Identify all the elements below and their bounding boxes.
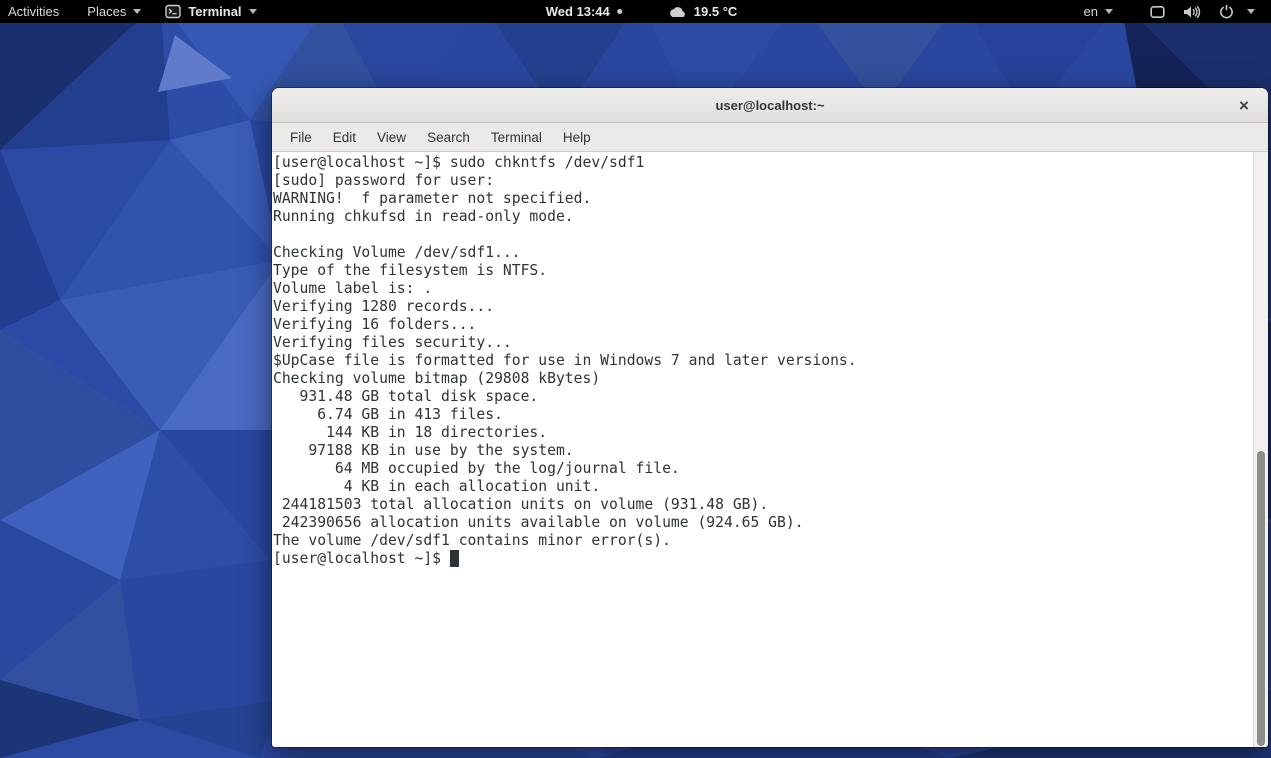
clock-button[interactable]: Wed 13:44: [540, 0, 628, 23]
terminal-content-area[interactable]: [user@localhost ~]$ sudo chkntfs /dev/sd…: [272, 152, 1268, 747]
clock-label: Wed 13:44: [545, 4, 610, 19]
weather-temp-label: 19.5 °C: [693, 4, 738, 19]
close-button[interactable]: ×: [1233, 94, 1255, 116]
menu-edit[interactable]: Edit: [323, 126, 366, 149]
top-bar: Activities Places Terminal Wed 13:44 19.…: [0, 0, 1271, 23]
terminal-prompt: [user@localhost ~]$: [273, 550, 450, 567]
window-titlebar[interactable]: user@localhost:~ ×: [272, 88, 1268, 123]
menu-view[interactable]: View: [367, 126, 416, 149]
chevron-down-icon: [1105, 9, 1113, 14]
chevron-down-icon: [133, 9, 142, 14]
scrollbar-track[interactable]: [1253, 152, 1268, 747]
notification-dot-icon: [616, 9, 622, 14]
terminal-icon: [165, 4, 182, 19]
app-menu-label: Terminal: [188, 4, 242, 19]
menu-search[interactable]: Search: [417, 126, 480, 149]
power-icon: [1219, 4, 1234, 19]
activities-label: Activities: [8, 4, 60, 19]
scrollbar-thumb[interactable]: [1257, 451, 1265, 746]
app-menu-terminal[interactable]: Terminal: [159, 0, 262, 23]
terminal-cursor: [449, 550, 459, 567]
cloud-icon: [669, 6, 685, 17]
terminal-prompt-row: [user@localhost ~]$: [273, 550, 1253, 568]
menu-help[interactable]: Help: [553, 126, 601, 149]
activities-button[interactable]: Activities: [2, 0, 65, 23]
system-menu[interactable]: [1135, 0, 1261, 23]
terminal-output: [user@localhost ~]$ sudo chkntfs /dev/sd…: [273, 154, 857, 549]
menu-bar: File Edit View Search Terminal Help: [272, 123, 1268, 152]
terminal-window: user@localhost:~ × File Edit View Search…: [272, 88, 1268, 747]
chevron-down-icon: [248, 9, 257, 14]
volume-icon: [1183, 5, 1201, 19]
places-menu[interactable]: Places: [81, 0, 147, 23]
weather-indicator[interactable]: 19.5 °C: [662, 0, 744, 23]
keyboard-layout-label: en: [1083, 4, 1098, 19]
close-icon: ×: [1239, 95, 1249, 115]
display-icon: [1150, 5, 1165, 19]
places-label: Places: [87, 4, 127, 19]
menu-terminal[interactable]: Terminal: [481, 126, 552, 149]
menu-file[interactable]: File: [280, 126, 322, 149]
window-title: user@localhost:~: [715, 97, 825, 113]
chevron-down-icon: [1247, 9, 1255, 14]
keyboard-layout-menu[interactable]: en: [1078, 0, 1119, 23]
terminal-text: [user@localhost ~]$ sudo chkntfs /dev/sd…: [273, 154, 1253, 568]
